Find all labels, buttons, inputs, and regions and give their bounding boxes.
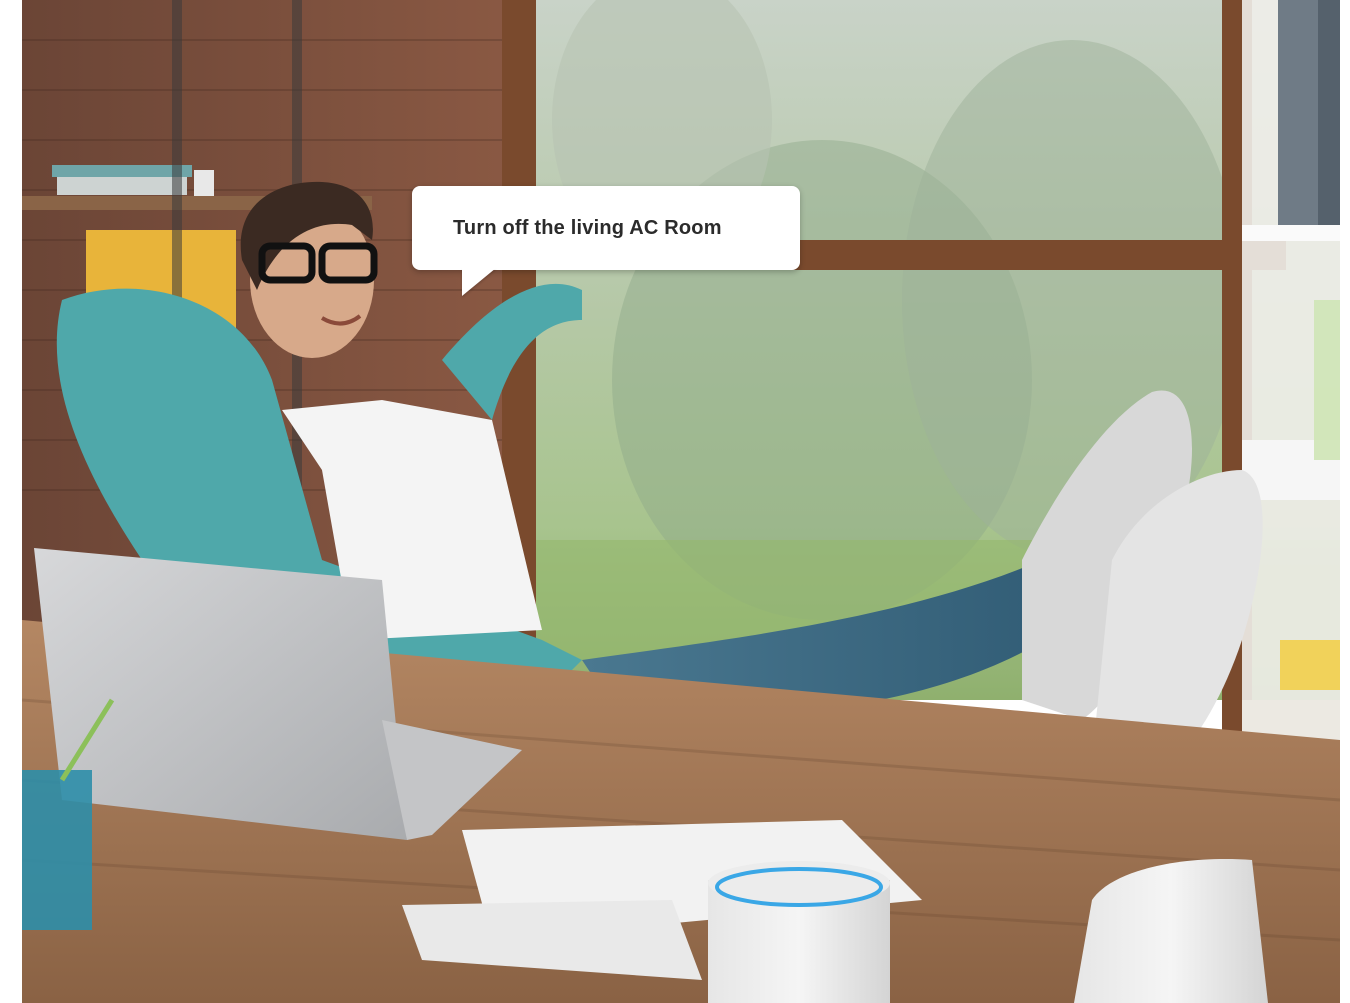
binder-grey-2 bbox=[1318, 0, 1340, 225]
speech-bubble: Turn off the living AC Room bbox=[412, 186, 800, 270]
books-top bbox=[52, 165, 192, 177]
speech-bubble-tail bbox=[462, 268, 496, 296]
scene-canvas: Turn off the living AC Room bbox=[0, 0, 1350, 1003]
plant bbox=[1314, 300, 1340, 460]
shelf-mug bbox=[194, 170, 214, 196]
books-stack bbox=[57, 177, 187, 195]
speech-bubble-text: Turn off the living AC Room bbox=[453, 216, 722, 239]
shelf-board bbox=[1242, 225, 1340, 241]
photo-illustration bbox=[22, 0, 1340, 1003]
note-pad bbox=[1280, 640, 1340, 690]
background-photo bbox=[22, 0, 1340, 1003]
binder-grey bbox=[1278, 0, 1318, 225]
pencil-cup-icon bbox=[22, 770, 92, 930]
